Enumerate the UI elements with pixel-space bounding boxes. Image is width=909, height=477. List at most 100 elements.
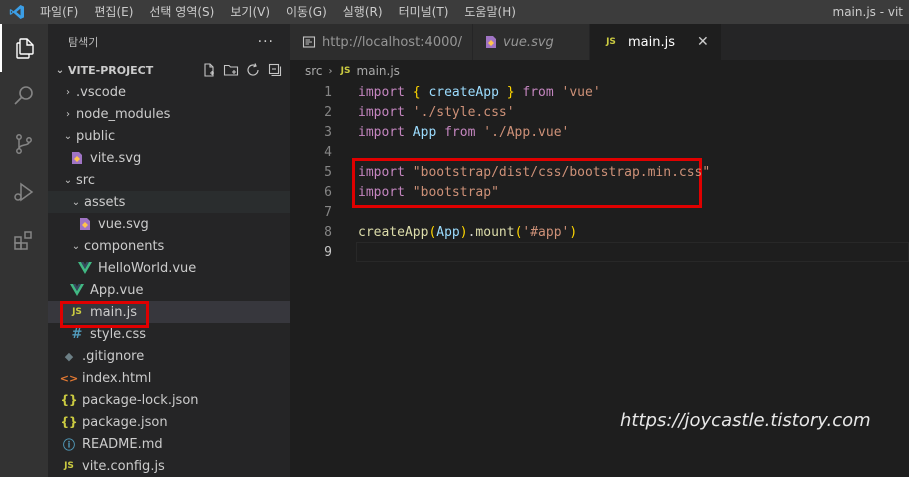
code-token: App (412, 124, 437, 140)
watermark: https://joycastle.tistory.com (620, 410, 871, 431)
menu-item[interactable]: 편집(E) (86, 0, 141, 24)
code-text: import "bootstrap" (358, 185, 499, 200)
code-token: "bootstrap/dist/css/bootstrap.min.css" (412, 164, 711, 180)
tree-item-label: public (76, 128, 116, 144)
code-line[interactable]: 5 import "bootstrap/dist/css/bootstrap.mi… (290, 162, 909, 182)
tree-file[interactable]: JS vite.config.js (48, 455, 290, 477)
code-token: } (506, 84, 515, 100)
code-line[interactable]: 1 import { createApp } from 'vue' (290, 82, 909, 102)
tree-file[interactable]: vite.svg (48, 147, 290, 169)
breadcrumb-separator-icon: › (328, 65, 333, 77)
chevron-down-icon: ⌄ (63, 174, 73, 186)
code-line[interactable]: 4 (290, 142, 909, 162)
search-icon[interactable] (0, 72, 48, 120)
menu-item[interactable]: 선택 영역(S) (141, 0, 222, 24)
info-file-icon: ⓘ (62, 437, 75, 452)
code-text: import './style.css' (358, 105, 515, 120)
code-token: mount (475, 224, 515, 240)
tree-folder[interactable]: ⌄ src (48, 169, 290, 191)
code-line[interactable]: 7 (290, 202, 909, 222)
current-line-highlight (356, 242, 909, 262)
chevron-down-icon: ⌄ (71, 240, 81, 252)
menu-item[interactable]: 실행(R) (335, 0, 391, 24)
code-token: import (358, 124, 405, 140)
preview-icon (302, 35, 316, 49)
tab-http-localhost-4000[interactable]: http://localhost:4000/ (290, 24, 473, 60)
run-debug-icon[interactable] (0, 168, 48, 216)
code-token: '#app' (522, 224, 570, 240)
vscode-logo-icon[interactable] (0, 0, 34, 24)
tree-file[interactable]: <> index.html (48, 367, 290, 389)
line-number: 2 (324, 104, 332, 120)
code-line[interactable]: 8 createApp(App).mount('#app') (290, 222, 909, 242)
tree-item-label: assets (84, 194, 126, 210)
code-token: import (358, 184, 405, 200)
vue-file-icon (68, 284, 86, 296)
tree-folder[interactable]: ⌄ assets (48, 191, 290, 213)
project-folder-row[interactable]: ⌄ VITE-PROJECT (48, 59, 290, 81)
line-number: 7 (324, 204, 332, 220)
code-line[interactable]: 3 import App from './App.vue' (290, 122, 909, 142)
tree-file[interactable]: {} package-lock.json (48, 389, 290, 411)
activity-bar (0, 24, 48, 477)
file-tree: › .vscode › node_modules ⌄ public vite.svg ⌄ src… (48, 81, 290, 477)
tree-folder[interactable]: › node_modules (48, 103, 290, 125)
tree-file[interactable]: vue.svg (48, 213, 290, 235)
css-file-icon: # (71, 326, 83, 342)
line-number: 8 (324, 224, 332, 240)
code-text: import { createApp } from 'vue' (358, 85, 601, 100)
tree-folder[interactable]: ⌄ public (48, 125, 290, 147)
refresh-icon[interactable] (244, 61, 262, 79)
chevron-down-icon: ⌄ (55, 64, 65, 76)
code-token: './style.css' (412, 104, 515, 120)
menu-item[interactable]: 파일(F) (34, 0, 86, 24)
explorer-title: 탐색기 (68, 35, 99, 49)
tree-file[interactable]: App.vue (48, 279, 290, 301)
tree-item-label: node_modules (76, 106, 171, 122)
tree-file[interactable]: ◆ .gitignore (48, 345, 290, 367)
tree-file[interactable]: {} package.json (48, 411, 290, 433)
explorer-icon[interactable] (0, 24, 48, 72)
menu-item[interactable]: 터미널(T) (391, 0, 457, 24)
json-file-icon: {} (60, 415, 78, 429)
js-file-icon: JS (72, 307, 82, 317)
menu-item[interactable]: 도움말(H) (456, 0, 524, 24)
tree-item-label: vite.svg (90, 150, 142, 166)
breadcrumb-file[interactable]: main.js (357, 64, 400, 78)
tab-main-js[interactable]: JS main.js ✕ (590, 24, 722, 60)
menu-item[interactable]: 이동(G) (278, 0, 335, 24)
chevron-down-icon: ⌄ (63, 130, 73, 142)
close-icon[interactable]: ✕ (697, 34, 709, 50)
js-file-icon: JS (64, 461, 74, 471)
new-file-icon[interactable] (200, 61, 218, 79)
new-folder-icon[interactable] (222, 61, 240, 79)
explorer-sidebar: 탐색기 ··· ⌄ VITE-PROJECT › .vscode › node_mod… (48, 24, 290, 477)
menu-item[interactable]: 보기(V) (222, 0, 278, 24)
tree-file[interactable]: ⓘ README.md (48, 433, 290, 455)
more-actions-icon[interactable]: ··· (258, 34, 274, 50)
tree-folder[interactable]: › .vscode (48, 81, 290, 103)
tab-vue-svg[interactable]: vue.svg (473, 24, 590, 60)
tree-item-label: package-lock.json (82, 392, 199, 408)
code-token: import (358, 104, 405, 120)
title-bar: 파일(F) 편집(E) 선택 영역(S) 보기(V) 이동(G) 실행(R) 터미널(T) 도… (0, 0, 909, 24)
tree-folder[interactable]: ⌄ components (48, 235, 290, 257)
tree-item-label: .vscode (76, 84, 126, 100)
tree-file[interactable]: HelloWorld.vue (48, 257, 290, 279)
code-line[interactable]: 6 import "bootstrap" (290, 182, 909, 202)
source-control-icon[interactable] (0, 120, 48, 168)
breadcrumb-folder[interactable]: src (305, 64, 323, 78)
collapse-all-icon[interactable] (266, 61, 284, 79)
extensions-icon[interactable] (0, 216, 48, 264)
tree-file[interactable]: # style.css (48, 323, 290, 345)
tab-label: vue.svg (503, 34, 554, 50)
tree-item-label: .gitignore (82, 348, 145, 364)
tree-item-label: vite.config.js (82, 458, 165, 474)
tree-file[interactable]: JS main.js (48, 301, 290, 323)
code-line[interactable]: 2 import './style.css' (290, 102, 909, 122)
code-line[interactable]: 9 (290, 242, 909, 262)
